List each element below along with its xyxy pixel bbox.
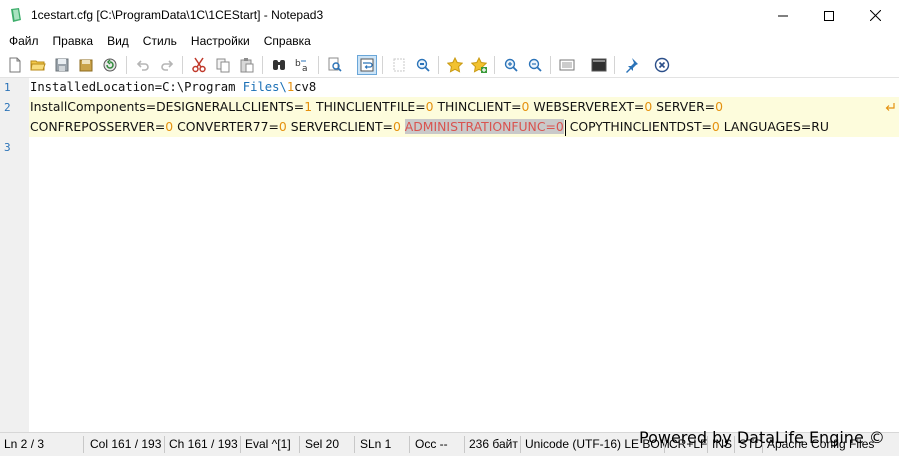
menu-view[interactable]: Вид [100, 31, 136, 51]
undo-icon [136, 60, 149, 71]
copy-button[interactable] [213, 55, 233, 75]
watermark: Powered by DataLife Engine © [639, 428, 885, 447]
replace-icon: ba [295, 59, 308, 73]
zoom-in-button[interactable] [501, 55, 521, 75]
pin-icon [626, 58, 638, 73]
copy-icon [216, 58, 230, 73]
title-bar: 1cestart.cfg [C:\ProgramData\1C\1CEStart… [0, 0, 899, 31]
line-number: 2 [4, 101, 11, 114]
notepad3-icon [11, 8, 21, 22]
favorite-icon [447, 57, 463, 73]
zoom-out-icon [528, 58, 542, 72]
zoom-icon [416, 58, 430, 72]
console-button[interactable] [589, 55, 609, 75]
word-wrap-button[interactable] [357, 55, 377, 75]
maximize-button[interactable] [806, 0, 852, 31]
status-occurrences[interactable]: Occ -- [415, 437, 448, 451]
selected-text: ADMINISTRATIONFUNC=0 [404, 119, 564, 134]
status-selection[interactable]: Sel 20 [305, 437, 339, 451]
line-number: 1 [4, 81, 11, 94]
close-button[interactable] [852, 0, 898, 31]
paste-icon [240, 58, 254, 73]
open-file-icon [30, 60, 46, 71]
status-line[interactable]: Ln 2 / 3 [4, 437, 44, 451]
console-icon [591, 58, 607, 72]
toolbar: ba [0, 51, 899, 78]
zoom-fit-button[interactable] [389, 55, 409, 75]
svg-text:a: a [302, 64, 308, 73]
code-line-2-part-2: CONFREPOSSERVER=0 CONVERTER77=0 SERVERCL… [30, 119, 829, 136]
replace-button[interactable]: ba [293, 55, 313, 75]
add-favorite-icon [471, 57, 487, 73]
add-favorite-button[interactable] [469, 55, 489, 75]
pin-button[interactable] [621, 55, 641, 75]
svg-text:b: b [295, 59, 301, 69]
line-number-gutter: 1 2 3 [0, 78, 29, 432]
zoom-out-button[interactable] [525, 55, 545, 75]
menu-file[interactable]: Файл [2, 31, 46, 51]
word-wrap-icon [360, 58, 374, 72]
schema-button[interactable] [557, 55, 577, 75]
paste-button[interactable] [237, 55, 257, 75]
schema-icon [559, 59, 575, 71]
redo-button[interactable] [157, 55, 177, 75]
new-file-icon [9, 57, 21, 73]
code-line-2-part-1: InstallComponents=DESIGNERALLCLIENTS=1 T… [30, 99, 723, 114]
revert-button[interactable] [100, 55, 120, 75]
minimize-icon [778, 15, 788, 16]
cut-button[interactable] [189, 55, 209, 75]
maximize-icon [824, 10, 834, 21]
save-as-icon [79, 59, 93, 72]
minimize-button[interactable] [760, 0, 806, 31]
menu-help[interactable]: Справка [257, 31, 318, 51]
status-column[interactable]: Col 161 / 193 [90, 437, 161, 451]
find-button[interactable] [269, 55, 289, 75]
zoom-button[interactable] [413, 55, 433, 75]
menu-style[interactable]: Стиль [136, 31, 184, 51]
find-next-icon [328, 57, 342, 72]
menu-settings[interactable]: Настройки [184, 31, 257, 51]
close-icon [869, 10, 881, 21]
undo-button[interactable] [133, 55, 153, 75]
menu-edit[interactable]: Правка [46, 31, 101, 51]
line-number: 3 [4, 141, 11, 154]
status-file-size: 236 байт [469, 437, 518, 451]
find-next-button[interactable] [325, 55, 345, 75]
status-eval[interactable]: Eval ^[1] [245, 437, 291, 451]
editor-area[interactable]: 1 2 3 InstalledLocation=C:\Program Files… [0, 78, 899, 432]
cut-icon [192, 57, 206, 73]
zoom-fit-icon [393, 58, 405, 72]
close-file-button[interactable] [652, 55, 672, 75]
window-title: 1cestart.cfg [C:\ProgramData\1C\1CEStart… [31, 8, 324, 22]
code-line-1: InstalledLocation=C:\Program Files\1cv8 [30, 80, 317, 94]
close-file-icon [654, 57, 670, 73]
find-icon [273, 60, 285, 70]
wrap-indicator-icon [885, 103, 895, 111]
save-icon [55, 58, 69, 72]
zoom-in-icon [504, 58, 518, 72]
menu-bar: Файл Правка Вид Стиль Настройки Справка [0, 31, 899, 51]
open-file-button[interactable] [28, 55, 48, 75]
status-char[interactable]: Ch 161 / 193 [169, 437, 238, 451]
redo-icon [161, 60, 174, 71]
new-file-button[interactable] [5, 55, 25, 75]
status-selected-lines[interactable]: SLn 1 [360, 437, 391, 451]
save-as-button[interactable] [76, 55, 96, 75]
revert-icon [103, 58, 117, 72]
favorites-button[interactable] [445, 55, 465, 75]
save-button[interactable] [52, 55, 72, 75]
